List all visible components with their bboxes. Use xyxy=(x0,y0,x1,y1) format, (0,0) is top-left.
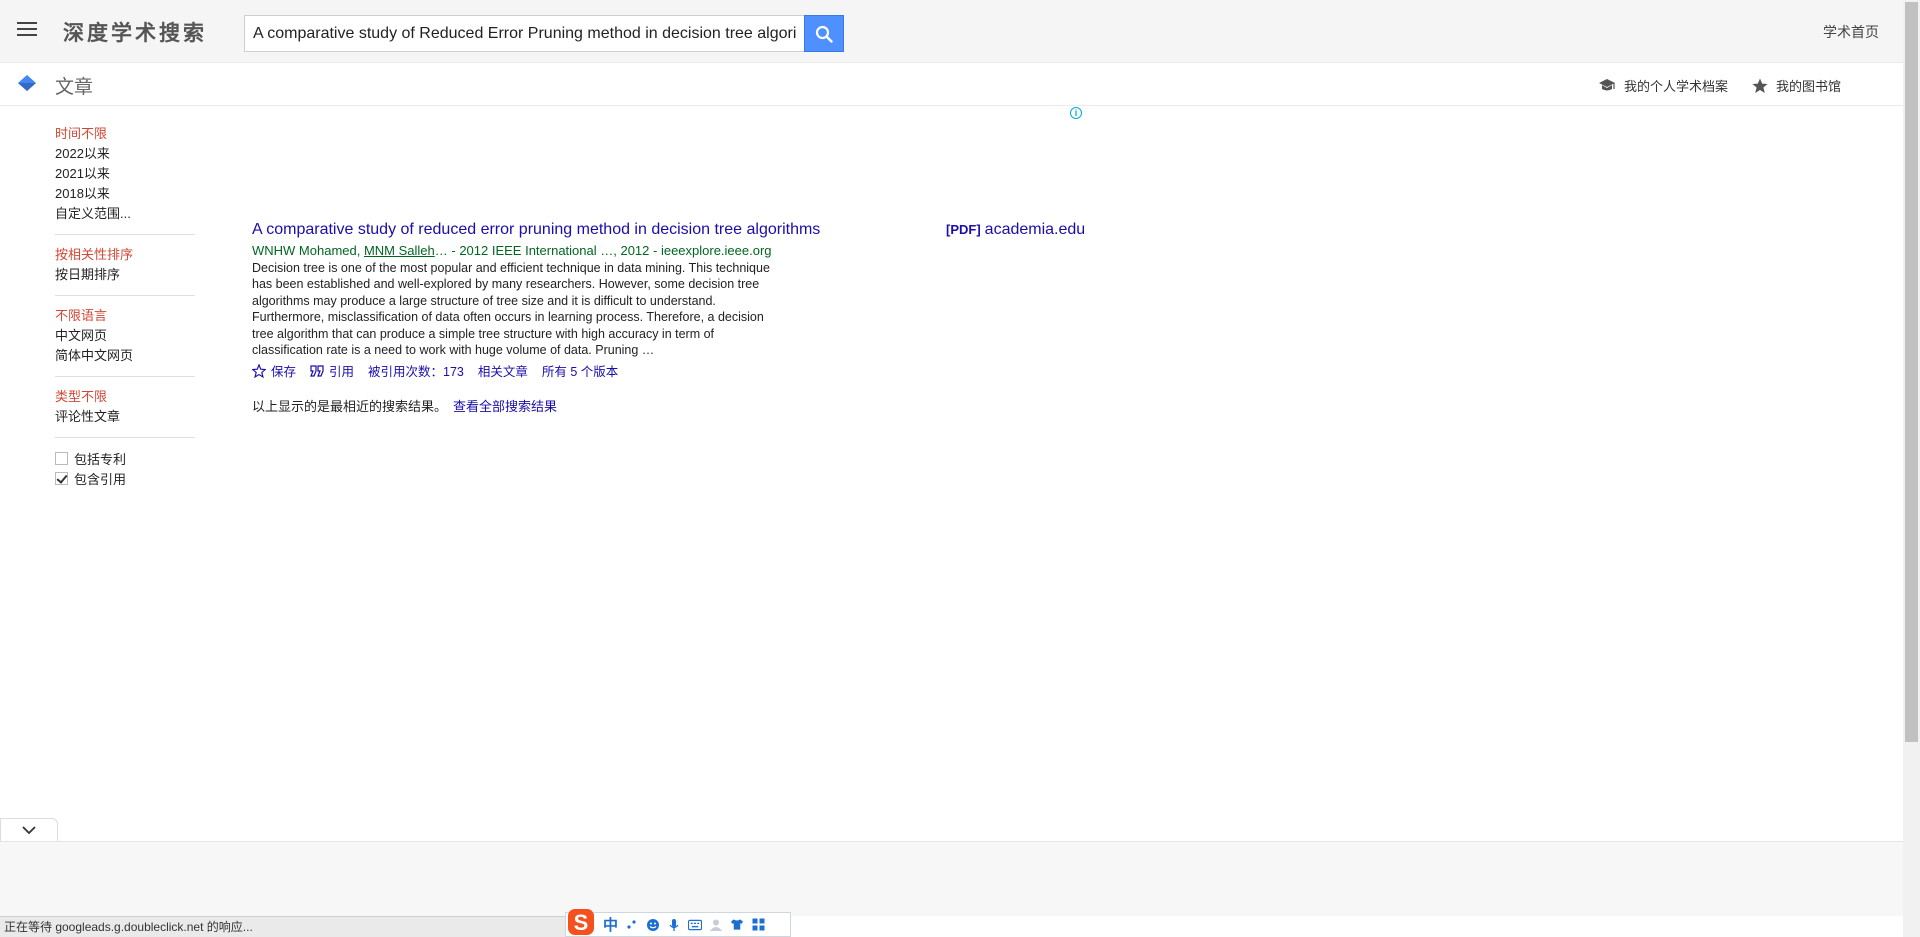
type-any[interactable]: 类型不限 xyxy=(55,387,195,407)
search-result: A comparative study of reduced error pru… xyxy=(252,220,820,380)
ime-user-icon[interactable] xyxy=(709,918,723,932)
result-snippet: Decision tree is one of the most popular… xyxy=(252,261,770,358)
closest-results-note: 以上显示的是最相近的搜索结果。 查看全部搜索结果 xyxy=(252,396,557,415)
quote-icon xyxy=(310,365,324,377)
svg-text:S: S xyxy=(574,910,589,935)
result-source: … - 2012 IEEE International …, 2012 - ie… xyxy=(434,243,772,258)
checkbox-box-checked xyxy=(55,471,68,485)
pdf-source: academia.edu xyxy=(984,221,1086,238)
checkbox-box xyxy=(55,451,68,465)
view-all-results-link[interactable]: 查看全部搜索结果 xyxy=(453,399,557,414)
time-since-2018[interactable]: 2018以来 xyxy=(55,184,195,204)
search-box xyxy=(244,15,804,52)
star-icon xyxy=(1752,78,1768,93)
time-custom-range[interactable]: 自定义范围... xyxy=(55,204,195,224)
ime-punctuation-icon[interactable] xyxy=(625,918,639,932)
my-library-link[interactable]: 我的图书馆 xyxy=(1752,76,1841,95)
sogou-logo-icon[interactable]: S xyxy=(566,907,596,937)
top-header: 深度学术搜索 学术首页 xyxy=(0,0,1903,63)
ime-chinese-mode[interactable]: 中 xyxy=(603,914,618,935)
sub-header: 文章 我的个人学术档案 我的图书馆 xyxy=(0,64,1903,106)
language-any[interactable]: 不限语言 xyxy=(55,306,195,326)
cite-label: 引用 xyxy=(329,365,355,380)
ime-toolbox-icon[interactable] xyxy=(751,918,765,932)
ime-voice-icon[interactable] xyxy=(667,918,681,932)
time-any[interactable]: 时间不限 xyxy=(55,124,195,144)
scrollbar-thumb[interactable] xyxy=(1905,2,1918,742)
include-patents-checkbox[interactable]: 包括专利 xyxy=(55,448,195,468)
all-versions-link[interactable]: 所有 5 个版本 xyxy=(542,361,618,380)
result-meta: WNHW Mohamed, MNM Salleh… - 2012 IEEE In… xyxy=(252,242,792,259)
type-filter-group: 类型不限 评论性文章 xyxy=(55,387,195,438)
language-simplified-chinese[interactable]: 简体中文网页 xyxy=(55,346,195,366)
pdf-tag: [PDF] xyxy=(946,222,981,237)
include-patents-label: 包括专利 xyxy=(74,451,127,467)
ime-skin-icon[interactable] xyxy=(730,918,744,932)
chevron-down-icon xyxy=(22,826,36,835)
sort-filter-group: 按相关性排序 按日期排序 xyxy=(55,245,195,296)
save-label: 保存 xyxy=(271,365,297,380)
options-group: 包括专利 包含引用 xyxy=(55,448,195,498)
page-scrollbar[interactable] xyxy=(1903,0,1920,937)
browser-status-bar: 正在等待 googleads.g.doubleclick.net 的响应... xyxy=(0,916,565,937)
scholar-home-link[interactable]: 学术首页 xyxy=(1823,22,1879,42)
search-button[interactable] xyxy=(804,15,844,52)
time-since-2022[interactable]: 2022以来 xyxy=(55,144,195,164)
language-filter-group: 不限语言 中文网页 简体中文网页 xyxy=(55,306,195,377)
result-title-link[interactable]: A comparative study of reduced error pru… xyxy=(252,220,820,240)
site-brand[interactable]: 深度学术搜索 xyxy=(63,17,207,47)
ad-info-icon[interactable]: i xyxy=(1070,107,1082,119)
filter-sidebar: 时间不限 2022以来 2021以来 2018以来 自定义范围... 按相关性排… xyxy=(55,124,195,508)
time-filter-group: 时间不限 2022以来 2021以来 2018以来 自定义范围... xyxy=(55,124,195,235)
graduation-cap-icon xyxy=(1599,78,1615,90)
collapse-panel-button[interactable] xyxy=(0,818,58,842)
sort-by-date[interactable]: 按日期排序 xyxy=(55,265,195,285)
menu-icon[interactable] xyxy=(17,22,37,38)
time-since-2021[interactable]: 2021以来 xyxy=(55,164,195,184)
search-icon xyxy=(815,25,833,43)
result-actions: 保存 引用 被引用次数：173 相关文章 所有 5 个版本 xyxy=(252,361,792,380)
section-title: 文章 xyxy=(55,77,94,98)
bottom-panel xyxy=(0,841,1903,916)
type-review-articles[interactable]: 评论性文章 xyxy=(55,407,195,427)
pdf-link[interactable]: [PDF] academia.edu xyxy=(946,221,1085,239)
cited-by-link[interactable]: 被引用次数：173 xyxy=(368,361,464,380)
cite-button[interactable]: 引用 xyxy=(310,361,354,380)
ime-emoji-icon[interactable] xyxy=(646,918,660,932)
search-input[interactable] xyxy=(245,16,804,51)
star-outline-icon xyxy=(252,363,266,378)
scholar-cap-icon xyxy=(18,75,36,91)
language-chinese[interactable]: 中文网页 xyxy=(55,326,195,346)
ime-toolbar: S 中 xyxy=(565,908,791,937)
sort-by-relevance[interactable]: 按相关性排序 xyxy=(55,245,195,265)
include-citations-checkbox[interactable]: 包含引用 xyxy=(55,468,195,488)
save-button[interactable]: 保存 xyxy=(252,361,296,380)
my-profile-link[interactable]: 我的个人学术档案 xyxy=(1598,76,1728,95)
include-citations-label: 包含引用 xyxy=(74,471,127,487)
my-library-label: 我的图书馆 xyxy=(1776,79,1842,94)
my-profile-label: 我的个人学术档案 xyxy=(1624,79,1729,94)
result-author: WNHW Mohamed, xyxy=(252,243,364,258)
closest-results-text: 以上显示的是最相近的搜索结果。 xyxy=(252,399,448,414)
related-articles-link[interactable]: 相关文章 xyxy=(478,361,528,380)
ime-keyboard-icon[interactable] xyxy=(688,918,703,932)
result-author-link[interactable]: MNM Salleh xyxy=(364,243,435,258)
